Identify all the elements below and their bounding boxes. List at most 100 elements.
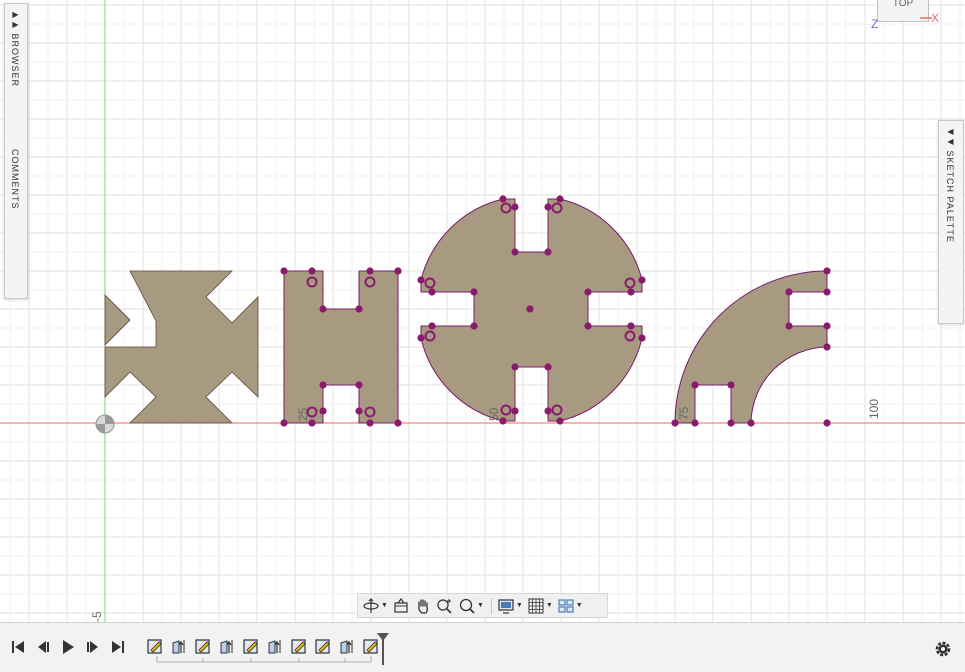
browser-label: BROWSER: [10, 33, 20, 88]
sketch-point: [627, 288, 635, 296]
gear-icon[interactable]: [933, 639, 953, 659]
go-to-end-icon[interactable]: [109, 638, 127, 656]
orbit-icon: [363, 597, 379, 613]
sketch-point: [355, 381, 363, 389]
pan-button[interactable]: [414, 596, 432, 616]
z-axis-label: Z: [871, 17, 879, 31]
sketch-point: [319, 305, 327, 313]
sketch-point: [544, 407, 552, 415]
sketch-point: [544, 203, 552, 211]
sketch-point: [511, 407, 519, 415]
sketch-point: [556, 417, 564, 425]
timeline-sketch-icon[interactable]: [194, 637, 212, 655]
look-at-button[interactable]: [392, 596, 410, 616]
sketch-point: [319, 381, 327, 389]
sketch-point: [584, 288, 592, 296]
viewports-button[interactable]: ▼: [557, 596, 583, 616]
sketch-point: [823, 288, 831, 296]
sketch-point: [280, 267, 288, 275]
sketch-point: [417, 334, 425, 342]
sketch-point: [544, 248, 552, 256]
dimension-label-25: 25: [296, 407, 310, 421]
sketch-point: [544, 363, 552, 371]
sketch-point: [394, 419, 402, 427]
sketch-point: [823, 343, 831, 351]
timeline-extrude-icon[interactable]: [266, 637, 284, 655]
sketch-profile-arc[interactable]: [674, 270, 828, 424]
sketch-point: [394, 267, 402, 275]
right-side-panel: ◀◀ SKETCH PALETTE: [938, 120, 964, 324]
grid-settings-dropdown-icon[interactable]: ▼: [546, 602, 553, 609]
timeline-sketch-icon[interactable]: [314, 637, 332, 655]
go-to-start-icon[interactable]: [9, 638, 27, 656]
sketch-point: [747, 419, 755, 427]
browser-toggle[interactable]: ▶▶ BROWSER: [10, 10, 20, 87]
sketch-point: [308, 267, 316, 275]
step-forward-icon[interactable]: [84, 638, 102, 656]
grid-settings-icon: [528, 598, 544, 613]
toolbar-separator: [490, 597, 492, 614]
step-back-icon[interactable]: [34, 638, 52, 656]
display-settings-button[interactable]: ▼: [497, 596, 523, 616]
sketch-point: [511, 248, 519, 256]
comments-label: COMMENTS: [10, 149, 20, 210]
timeline-bar: [0, 622, 965, 672]
sketch-point: [470, 288, 478, 296]
sketch-point: [428, 288, 436, 296]
sketch-point: [785, 288, 793, 296]
sketch-point: [366, 419, 374, 427]
sketch-palette-toggle[interactable]: ◀◀ SKETCH PALETTE: [945, 127, 955, 243]
sketch-profile-cross[interactable]: [104, 270, 259, 424]
timeline-extrude-icon[interactable]: [170, 637, 188, 655]
timeline-sketch-icon[interactable]: [146, 637, 164, 655]
viewcube-face-label: TOP: [892, 0, 914, 9]
timeline-sketch-icon[interactable]: [290, 637, 308, 655]
viewports-icon: [558, 598, 574, 613]
timeline-extrude-icon[interactable]: [338, 637, 356, 655]
display-settings-dropdown-icon[interactable]: ▼: [516, 602, 523, 609]
sketch-point: [691, 381, 699, 389]
sketch-canvas[interactable]: 25 50 75 100 -5: [0, 0, 965, 622]
sketch-point: [417, 276, 425, 284]
collapse-arrows-icon: ▶▶: [11, 10, 20, 30]
display-settings-icon: [498, 598, 514, 614]
sketch-point: [355, 407, 363, 415]
orbit-button[interactable]: ▼: [362, 596, 388, 616]
fit-button[interactable]: ▼: [458, 596, 484, 616]
sketch-point: [823, 267, 831, 275]
sketch-point: [627, 322, 635, 330]
timeline-group-bracket: [156, 656, 372, 663]
sketch-point: [638, 276, 646, 284]
sketch-profile-h[interactable]: [283, 270, 399, 424]
left-side-panel: ▶▶ BROWSER COMMENTS: [4, 3, 28, 299]
sketch-point: [511, 363, 519, 371]
play-icon[interactable]: [59, 638, 77, 656]
timeline-extrude-icon[interactable]: [218, 637, 236, 655]
sketch-point: [785, 322, 793, 330]
sketch-palette-label: SKETCH PALETTE: [945, 150, 955, 243]
sketch-point: [511, 203, 519, 211]
timeline-sketch-icon[interactable]: [242, 637, 260, 655]
x-axis-indicator-icon: [920, 17, 932, 19]
comments-toggle[interactable]: COMMENTS: [10, 149, 20, 210]
sketch-point: [556, 195, 564, 203]
timeline-marker[interactable]: [376, 631, 390, 667]
sketch-point: [499, 195, 507, 203]
sketch-point: [823, 419, 831, 427]
fit-icon: [459, 598, 475, 614]
grid-settings-button[interactable]: ▼: [527, 596, 553, 616]
sketch-point: [470, 322, 478, 330]
x-axis-label: X: [931, 11, 940, 25]
dimension-label-75: 75: [677, 406, 691, 420]
orbit-dropdown-icon[interactable]: ▼: [381, 602, 388, 609]
viewports-dropdown-icon[interactable]: ▼: [576, 602, 583, 609]
zoom-button[interactable]: [436, 596, 454, 616]
navigation-toolbar: ▼ ▼ ▼ ▼ ▼: [357, 593, 608, 618]
sketch-point: [319, 407, 327, 415]
sketch-point: [355, 305, 363, 313]
sketch-point: [584, 322, 592, 330]
sketch-point: [428, 322, 436, 330]
sketch-point: [526, 305, 534, 313]
origin-icon[interactable]: [95, 414, 115, 434]
fit-dropdown-icon[interactable]: ▼: [477, 602, 484, 609]
